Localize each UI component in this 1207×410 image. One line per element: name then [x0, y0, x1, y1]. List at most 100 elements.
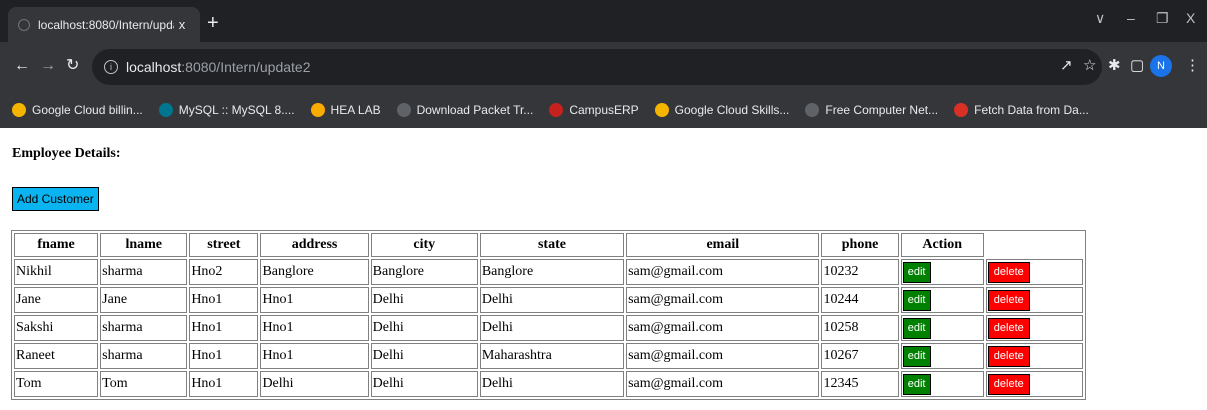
- bookmark-label: CampusERP: [569, 103, 639, 117]
- minimize-icon[interactable]: –: [1127, 10, 1135, 26]
- share-icon[interactable]: ↗: [1060, 56, 1073, 76]
- cell-address: Hno1: [260, 343, 369, 369]
- delete-button[interactable]: delete: [987, 345, 1030, 367]
- bookmark-label: Google Cloud Skills...: [674, 103, 790, 117]
- table-row: Jane Jane Hno1 Hno1 Delhi Delhi sam@gmail.com 1…: [14, 287, 1083, 313]
- column-header-lname: lname: [100, 233, 188, 257]
- add-customer-button[interactable]: Add Customer: [12, 187, 99, 211]
- edit-button[interactable]: edit: [902, 373, 931, 395]
- cell-phone: 10232: [821, 259, 899, 285]
- extensions-icon[interactable]: ✱: [1108, 56, 1121, 76]
- cell-email: sam@gmail.com: [626, 287, 820, 313]
- cell-delete: delete: [985, 343, 1083, 369]
- close-window-icon[interactable]: X: [1186, 10, 1195, 26]
- page-title: Employee Details:: [12, 146, 121, 161]
- cell-city: Delhi: [370, 315, 478, 341]
- cell-fname: Nikhil: [14, 259, 99, 285]
- table-row: Raneet sharma Hno1 Hno1 Delhi Maharashtra sam@…: [14, 343, 1083, 369]
- cell-lname: Tom: [100, 371, 188, 397]
- cell-lname: sharma: [100, 315, 188, 341]
- url-path: :8080/Intern/update2: [181, 59, 311, 75]
- site-info-icon[interactable]: i: [104, 60, 118, 74]
- bookmark-label: Free Computer Net...: [825, 103, 939, 117]
- edit-button[interactable]: edit: [902, 317, 931, 339]
- cell-edit: edit: [900, 315, 984, 341]
- bookmark-label: Download Packet Tr...: [416, 103, 534, 117]
- cell-phone: 10258: [821, 315, 899, 341]
- tab-strip: localhost:8080/Intern/update2 x + ∨ – ❐ …: [0, 0, 1207, 42]
- google-cloud-icon: [654, 103, 669, 117]
- bookmark-label: Fetch Data from Da...: [974, 103, 1089, 117]
- bookmark-item[interactable]: CampusERP: [549, 103, 639, 117]
- cell-state: Delhi: [479, 315, 625, 341]
- cell-street: Hno1: [189, 343, 259, 369]
- profile-avatar[interactable]: N: [1150, 55, 1172, 77]
- tab-search-icon[interactable]: ∨: [1095, 10, 1105, 27]
- column-header-action: Action: [900, 233, 984, 257]
- bookmark-item[interactable]: Google Cloud billin...: [12, 103, 143, 117]
- cell-street: Hno1: [189, 371, 259, 397]
- cell-edit: edit: [900, 343, 984, 369]
- globe-icon: [18, 18, 30, 31]
- edit-button[interactable]: edit: [902, 289, 931, 311]
- delete-button[interactable]: delete: [987, 289, 1030, 311]
- delete-button[interactable]: delete: [987, 373, 1030, 395]
- address-bar[interactable]: i localhost :8080/Intern/update2: [92, 49, 1102, 85]
- restore-icon[interactable]: ❐: [1156, 10, 1169, 27]
- side-panel-icon[interactable]: ▢: [1130, 56, 1144, 76]
- cell-fname: Jane: [14, 287, 99, 313]
- hea-lab-icon: [310, 103, 325, 117]
- cell-delete: delete: [985, 259, 1083, 285]
- mysql-icon: [158, 103, 173, 117]
- column-header-fname: fname: [14, 233, 99, 257]
- cell-delete: delete: [985, 315, 1083, 341]
- cell-lname: Jane: [100, 287, 188, 313]
- bookmark-item[interactable]: MySQL :: MySQL 8....: [158, 103, 295, 117]
- browser-toolbar: ← → ↻ i localhost :8080/Intern/update2 ↗…: [0, 42, 1207, 92]
- column-header-empty: [986, 233, 1083, 257]
- column-header-phone: phone: [821, 233, 899, 257]
- new-tab-icon[interactable]: +: [207, 13, 219, 33]
- cell-email: sam@gmail.com: [626, 259, 820, 285]
- cell-email: sam@gmail.com: [626, 315, 820, 341]
- edit-button[interactable]: edit: [902, 261, 931, 283]
- column-header-state: state: [479, 233, 625, 257]
- cell-fname: Raneet: [14, 343, 99, 369]
- bookmark-label: MySQL :: MySQL 8....: [178, 103, 295, 117]
- cell-address: Hno1: [260, 315, 369, 341]
- cell-lname: sharma: [100, 343, 188, 369]
- close-tab-icon[interactable]: x: [174, 17, 190, 32]
- menu-icon[interactable]: ⋮: [1185, 56, 1200, 76]
- reload-icon[interactable]: ↻: [66, 56, 79, 76]
- cell-street: Hno2: [189, 259, 259, 285]
- cell-state: Delhi: [479, 287, 625, 313]
- table-header-row: fname lname street address city state email pho…: [14, 233, 1083, 257]
- browser-tab[interactable]: localhost:8080/Intern/update2 x: [8, 7, 200, 42]
- back-icon[interactable]: ←: [14, 56, 30, 76]
- bookmark-label: HEA LAB: [330, 103, 381, 117]
- cell-delete: delete: [985, 287, 1083, 313]
- bookmark-item[interactable]: Fetch Data from Da...: [954, 103, 1089, 117]
- table-row: Nikhil sharma Hno2 Banglore Banglore Banglore…: [14, 259, 1083, 285]
- delete-button[interactable]: delete: [987, 317, 1030, 339]
- forward-icon[interactable]: →: [40, 56, 56, 76]
- globe-icon: [396, 103, 411, 117]
- cell-phone: 10267: [821, 343, 899, 369]
- bookmark-item[interactable]: HEA LAB: [310, 103, 381, 117]
- cell-edit: edit: [900, 371, 984, 397]
- url-host: localhost: [126, 59, 182, 75]
- cell-edit: edit: [900, 287, 984, 313]
- bookmark-label: Google Cloud billin...: [32, 103, 143, 117]
- cell-edit: edit: [900, 259, 984, 285]
- cell-state: Banglore: [479, 259, 625, 285]
- cell-street: Hno1: [189, 287, 259, 313]
- cell-city: Delhi: [370, 371, 478, 397]
- cell-email: sam@gmail.com: [626, 371, 820, 397]
- bookmark-item[interactable]: Google Cloud Skills...: [654, 103, 790, 117]
- delete-button[interactable]: delete: [987, 261, 1030, 283]
- edit-button[interactable]: edit: [902, 345, 931, 367]
- bookmark-star-icon[interactable]: ☆: [1083, 56, 1096, 76]
- bookmark-item[interactable]: Download Packet Tr...: [396, 103, 534, 117]
- bookmark-item[interactable]: Free Computer Net...: [805, 103, 938, 117]
- cell-state: Delhi: [479, 371, 625, 397]
